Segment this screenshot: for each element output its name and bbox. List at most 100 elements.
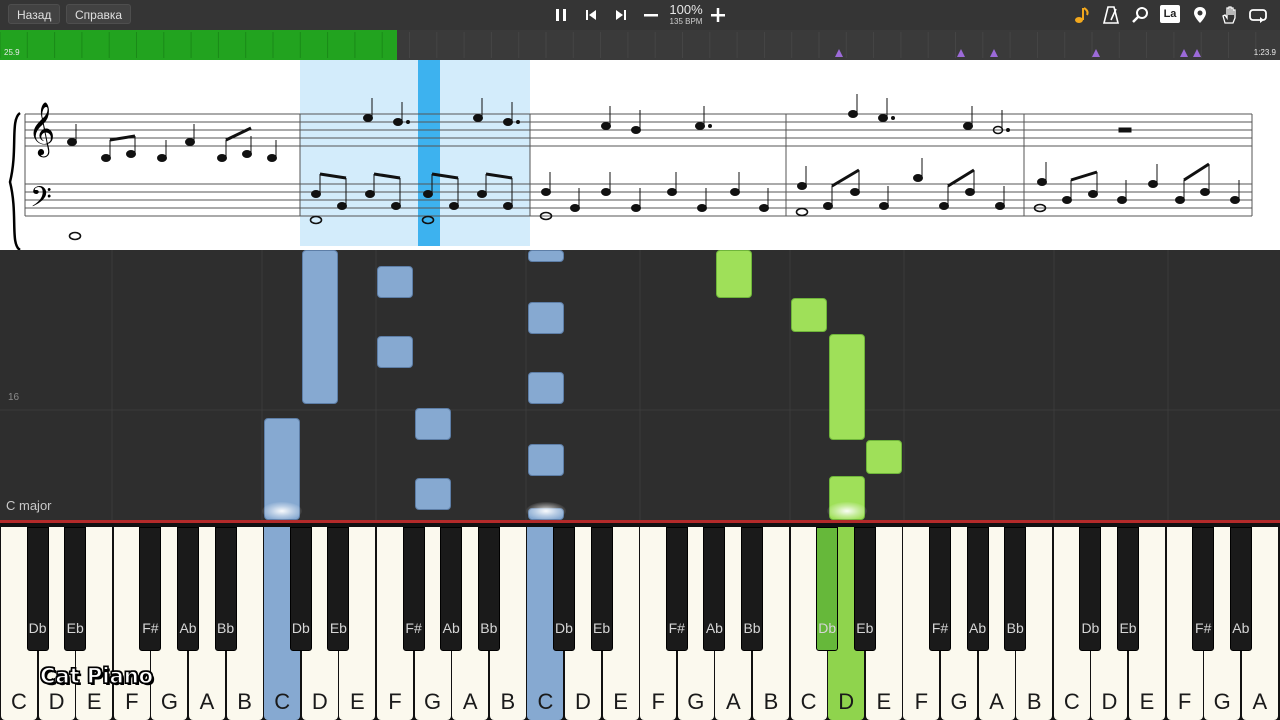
black-key-label: Db [1081,620,1100,636]
white-key-label: F [388,689,402,714]
current-measure-highlight [300,60,530,246]
black-key[interactable]: Bb [477,527,500,651]
magnifier-icon[interactable] [1130,5,1150,25]
white-key-label: A [726,689,741,714]
key-press-glow [262,502,302,520]
black-key-label: F# [1195,620,1212,636]
black-key[interactable]: F# [665,527,688,651]
note-icon[interactable] [1072,5,1092,25]
black-key[interactable]: F# [929,527,951,651]
measure-number: 16 [8,392,20,403]
black-key[interactable]: Ab [177,527,199,651]
key-signature: C major [6,498,52,513]
falling-note [866,440,902,474]
black-key[interactable]: Db [553,527,575,651]
black-key[interactable]: Bb [1004,527,1027,651]
section-marker[interactable] [1193,49,1201,57]
metronome-icon[interactable] [1101,5,1121,25]
la-icon[interactable]: La [1160,5,1180,23]
prev-icon[interactable] [581,5,601,25]
plus-icon[interactable] [708,5,728,25]
black-key[interactable]: Db [26,527,49,651]
white-key-label: D [575,689,591,714]
falling-note [716,250,752,298]
black-key[interactable]: Bb [741,527,763,651]
black-key-label: Db [818,620,837,636]
black-key[interactable]: Ab [966,527,989,651]
playback-cursor [418,60,440,246]
white-key-label: F [125,689,139,714]
section-marker[interactable] [957,49,965,57]
roll-grid [0,250,1280,520]
piano-roll[interactable]: 16 C major [0,250,1280,520]
black-key[interactable]: Db [816,527,839,651]
white-key-label: C [11,689,27,714]
falling-note [415,478,451,510]
white-key-label: G [1213,689,1231,714]
grand-staff-brace [8,111,21,252]
black-key-label: F# [668,620,685,636]
timeline-scrubber[interactable]: 25.9 1:23.9 [0,30,1280,60]
black-key[interactable]: Eb [1117,527,1139,651]
white-key-label: E [613,689,628,714]
location-pin-icon[interactable] [1190,5,1210,25]
hand-icon[interactable] [1219,5,1239,25]
section-marker[interactable] [835,49,843,57]
white-key-label: G [687,689,705,714]
white-key-label: B [1026,689,1042,714]
white-key-label: G [160,689,178,714]
white-key-label: G [424,689,442,714]
white-key-label: B [763,689,779,714]
key-press-glow [827,502,867,520]
falling-note [377,336,413,368]
white-key-label: F [1177,689,1192,714]
piano-keyboard[interactable]: C D E F G A B C D E F G A B C D E F G A B C D E F G A B C D E F G A Db Eb F#… [0,520,1280,720]
sheet-music[interactable]: 𝄞 𝄢 [0,60,1280,252]
black-key-label: Bb [480,620,498,636]
black-key[interactable]: Eb [64,527,87,651]
black-key-label: Ab [442,620,460,636]
total-time: 1:23.9 [1253,48,1276,57]
score: 𝄞 𝄢 [8,60,1253,252]
white-key-label: D [311,689,328,714]
pause-icon[interactable] [551,5,571,25]
black-key-label: Eb [856,620,874,636]
white-key-label: A [462,689,478,714]
black-key[interactable]: F# [402,527,425,651]
white-key-label: D [48,689,65,714]
black-key[interactable]: Ab [703,527,726,651]
black-key[interactable]: Ab [440,527,463,651]
white-key-label: C [537,689,554,714]
section-marker[interactable] [990,49,998,57]
white-key-label: C [274,689,291,714]
black-key[interactable]: Db [289,527,312,651]
black-key[interactable]: Db [1079,527,1102,651]
white-key-label: E [876,689,892,714]
black-key[interactable]: Bb [214,527,237,651]
black-key-label: Eb [66,620,84,636]
black-key-label: Db [291,620,310,636]
black-key[interactable]: F# [139,527,162,651]
black-key[interactable]: Eb [327,527,350,651]
loop-icon[interactable] [1248,5,1268,25]
zoom-display: 100% 135 BPM [664,3,708,27]
black-key[interactable]: Eb [853,527,876,651]
black-key[interactable]: Eb [590,527,613,651]
white-key-label: A [1252,689,1268,714]
bass-clef: 𝄢 [30,181,52,221]
white-key-label: D [838,689,855,714]
minus-icon[interactable] [641,5,661,25]
back-button[interactable]: Назад [8,4,61,24]
elapsed-time: 25.9 [4,48,20,57]
black-key-label: Eb [1119,620,1137,636]
key-press-glow [526,502,566,520]
black-key[interactable]: F# [1192,527,1215,651]
white-key-label: F [914,689,929,714]
section-marker[interactable] [1092,49,1100,57]
section-marker[interactable] [1180,49,1188,57]
next-icon[interactable] [611,5,631,25]
black-key[interactable]: Ab [1229,527,1252,651]
black-key-label: Eb [593,620,611,636]
help-button[interactable]: Справка [66,4,132,24]
white-key-label: D [1101,689,1118,714]
